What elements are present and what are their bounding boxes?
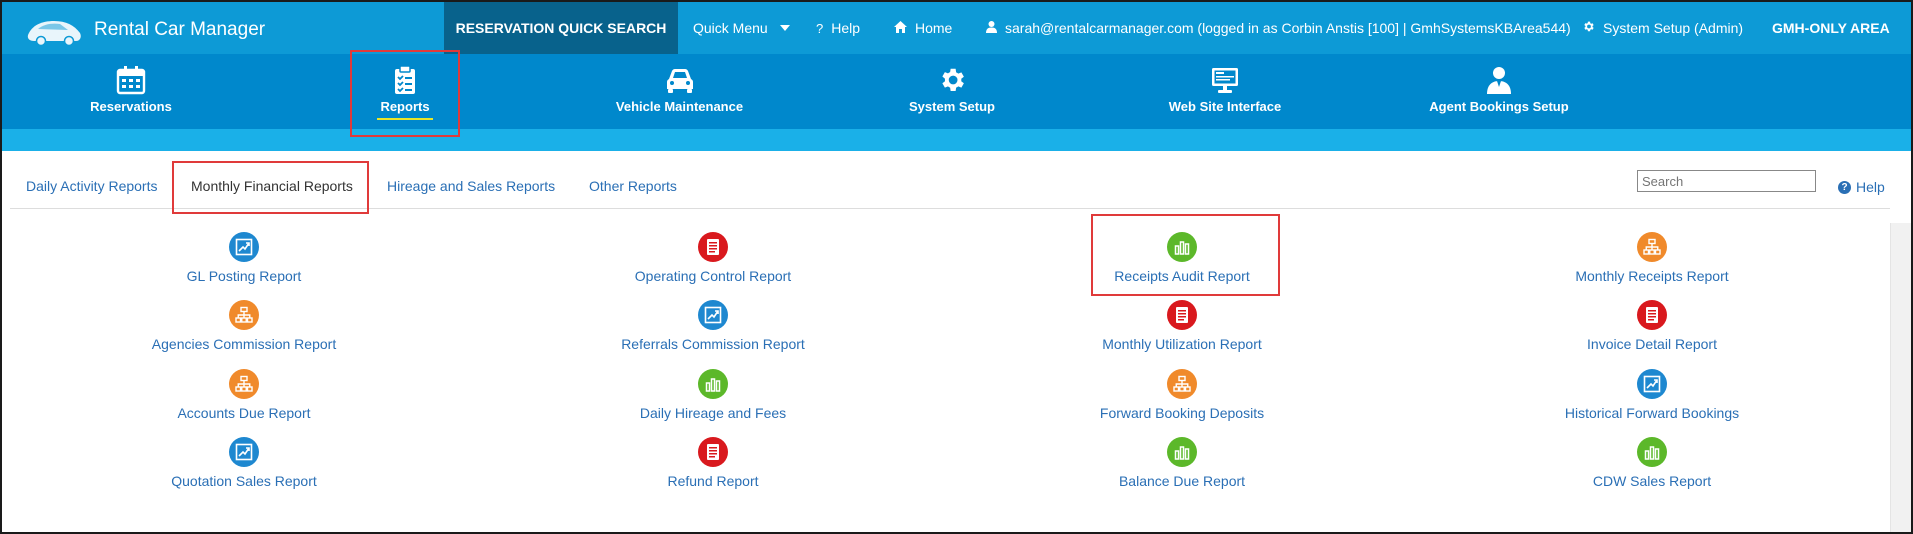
home-nav-link[interactable]: Home [894, 2, 952, 54]
help-nav-label: Help [831, 20, 861, 36]
report-label: Accounts Due Report [177, 405, 311, 421]
help-link-label: Help [1856, 179, 1885, 195]
car-icon [666, 69, 693, 93]
caret-down-icon [779, 25, 790, 31]
module-label: Reservations [90, 99, 172, 114]
report-label: Historical Forward Bookings [1564, 405, 1740, 421]
chart-line-icon [1637, 369, 1667, 399]
report-label: Forward Booking Deposits [1099, 405, 1265, 421]
top-navbar: Rental Car Manager RESERVATION QUICK SEA… [2, 2, 1911, 54]
report-label: CDW Sales Report [1592, 473, 1712, 489]
report-link[interactable]: GL Posting Report [84, 232, 404, 284]
report-label: Quotation Sales Report [171, 473, 317, 489]
gmh-only-area-link[interactable]: GMH-ONLY AREA [1772, 2, 1890, 54]
receipts-audit-highlight-box [1091, 214, 1280, 296]
report-link[interactable]: Accounts Due Report [84, 369, 404, 421]
module-vehicle-maintenance[interactable]: Vehicle Maintenance [602, 54, 757, 129]
module-reservations[interactable]: Reservations [66, 54, 196, 129]
report-link[interactable]: Historical Forward Bookings [1492, 369, 1812, 421]
report-link[interactable]: CDW Sales Report [1492, 437, 1812, 489]
report-link[interactable]: Daily Hireage and Fees [553, 369, 873, 421]
report-link[interactable]: Invoice Detail Report [1492, 300, 1812, 352]
report-label: Daily Hireage and Fees [639, 405, 787, 421]
document-icon [1637, 300, 1667, 330]
user-account-link[interactable]: sarah@rentalcarmanager.com (logged in as… [986, 2, 1571, 54]
chart-line-icon [229, 232, 259, 262]
app-window: Rental Car Manager RESERVATION QUICK SEA… [0, 0, 1913, 534]
brand[interactable]: Rental Car Manager [24, 12, 265, 48]
monthly-financial-highlight-box [172, 161, 369, 214]
calendar-icon [116, 66, 146, 95]
org-chart-icon [229, 300, 259, 330]
help-nav-link[interactable]: ? Help [816, 2, 860, 54]
report-label: Refund Report [667, 473, 759, 489]
reservation-quick-search-button[interactable]: RESERVATION QUICK SEARCH [444, 2, 678, 54]
bar-chart-icon [1637, 437, 1667, 467]
bar-chart-icon [698, 369, 728, 399]
document-icon [1167, 300, 1197, 330]
tab-hireage-and-sales-reports[interactable]: Hireage and Sales Reports [387, 178, 555, 194]
module-label: Web Site Interface [1168, 99, 1282, 114]
help-link[interactable]: ? Help [1838, 179, 1885, 195]
monitor-icon [1212, 68, 1238, 93]
help-circle-icon: ? [1838, 180, 1851, 194]
gear-small-icon [1582, 20, 1595, 36]
question-icon: ? [816, 20, 824, 36]
module-web-site-interface[interactable]: Web Site Interface [1155, 54, 1295, 129]
agent-icon [1487, 67, 1511, 94]
report-label: Monthly Utilization Report [1102, 336, 1262, 352]
reports-highlight-box [350, 50, 460, 137]
report-link[interactable]: Balance Due Report [1022, 437, 1342, 489]
report-link[interactable]: Refund Report [553, 437, 873, 489]
org-chart-icon [229, 369, 259, 399]
chart-line-icon [698, 300, 728, 330]
quick-menu-label: Quick Menu [693, 20, 768, 36]
car-logo-icon [27, 21, 81, 47]
org-chart-icon [1637, 232, 1667, 262]
report-link[interactable]: Referrals Commission Report [553, 300, 873, 352]
gear-icon [942, 68, 964, 91]
user-icon [986, 20, 997, 36]
org-chart-icon [1167, 369, 1197, 399]
system-setup-admin-link[interactable]: System Setup (Admin) [1582, 2, 1743, 54]
module-label: Agent Bookings Setup [1429, 99, 1569, 114]
module-agent-bookings-setup[interactable]: Agent Bookings Setup [1419, 54, 1579, 129]
document-icon [698, 232, 728, 262]
report-label: Referrals Commission Report [621, 336, 805, 352]
report-label: GL Posting Report [186, 268, 302, 284]
tab-other-reports[interactable]: Other Reports [589, 178, 677, 194]
report-link[interactable]: Forward Booking Deposits [1022, 369, 1342, 421]
module-label: Vehicle Maintenance [615, 99, 744, 114]
quick-menu-dropdown[interactable]: Quick Menu [693, 2, 790, 54]
user-account-label: sarah@rentalcarmanager.com (logged in as… [1005, 20, 1571, 36]
module-bar-strip [2, 129, 1911, 151]
report-link[interactable]: Monthly Receipts Report [1492, 232, 1812, 284]
tab-daily-activity-reports[interactable]: Daily Activity Reports [26, 178, 157, 194]
system-setup-admin-label: System Setup (Admin) [1603, 20, 1744, 36]
app-title: Rental Car Manager [94, 19, 266, 40]
report-link[interactable]: Quotation Sales Report [84, 437, 404, 489]
report-label: Operating Control Report [634, 268, 792, 284]
report-label: Monthly Receipts Report [1575, 268, 1729, 284]
report-link[interactable]: Operating Control Report [553, 232, 873, 284]
report-label: Balance Due Report [1118, 473, 1246, 489]
report-label: Invoice Detail Report [1587, 336, 1717, 352]
home-nav-label: Home [915, 20, 953, 36]
module-label: System Setup [909, 99, 995, 114]
chart-line-icon [229, 437, 259, 467]
report-link[interactable]: Monthly Utilization Report [1022, 300, 1342, 352]
search-input[interactable] [1637, 170, 1816, 192]
report-label: Agencies Commission Report [151, 336, 337, 352]
module-bar: Reservations Reports Vehicle Maintenance [2, 54, 1911, 129]
document-icon [698, 437, 728, 467]
home-icon [894, 20, 907, 36]
module-system-setup[interactable]: System Setup [892, 54, 1012, 129]
bar-chart-icon [1167, 437, 1197, 467]
report-link[interactable]: Agencies Commission Report [84, 300, 404, 352]
vertical-scrollbar[interactable] [1890, 223, 1911, 532]
